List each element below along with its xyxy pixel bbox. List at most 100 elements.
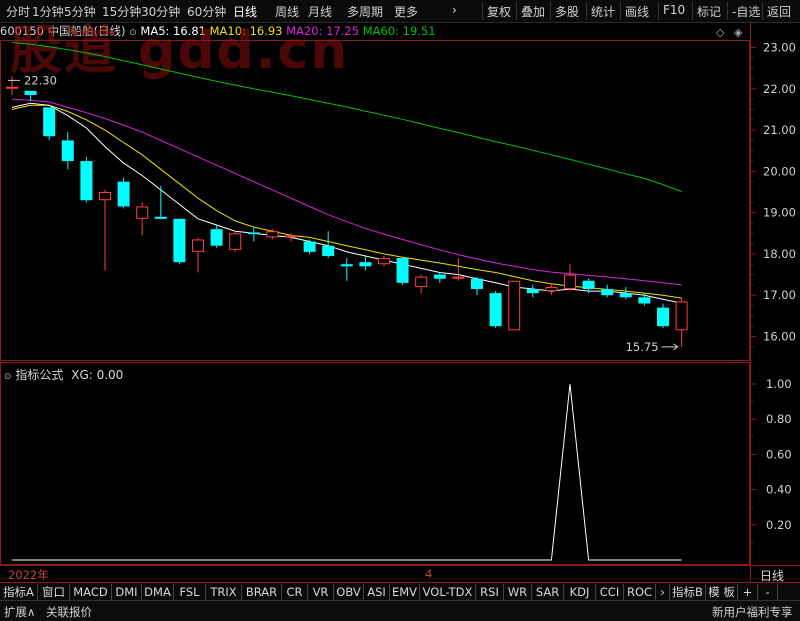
candle-body	[638, 297, 651, 304]
candle	[229, 231, 242, 252]
candle-body	[6, 86, 18, 89]
indicator-tab-5[interactable]: FSL	[174, 584, 206, 600]
indicator-tab-4[interactable]: DMA	[142, 584, 174, 600]
candle-body	[433, 274, 446, 279]
indicator-tab-2[interactable]: MACD	[70, 584, 112, 600]
indicator-tab-15[interactable]: WR	[504, 584, 532, 600]
candle	[452, 258, 465, 281]
indicator-tab-1[interactable]: 窗口	[38, 584, 70, 600]
indicator-tab-14[interactable]: RSI	[476, 584, 504, 600]
related-quotes-button[interactable]: 关联报价	[46, 604, 92, 620]
candle-body	[192, 239, 204, 252]
candle	[154, 185, 167, 219]
candle	[471, 276, 483, 296]
y-tick-label: 19.00	[763, 206, 796, 220]
indicator-tab-9[interactable]: VR	[308, 584, 334, 600]
indicator-tab-22[interactable]: 模 板	[706, 584, 738, 600]
candle	[619, 286, 632, 300]
high-price-label: 22.30	[24, 73, 57, 87]
indicator-tab-19[interactable]: ROC	[624, 584, 656, 600]
candle	[564, 264, 576, 292]
indicator-tab-7[interactable]: BRAR	[242, 584, 282, 600]
ma60-polyline	[11, 42, 682, 193]
candle	[601, 284, 614, 298]
expand-button[interactable]: 扩展∧	[4, 604, 35, 620]
candle-body	[80, 161, 93, 201]
candle-body	[619, 293, 632, 298]
candle	[303, 239, 316, 254]
candle-body	[545, 286, 558, 292]
candle-body	[452, 276, 465, 279]
candle	[80, 156, 93, 203]
candle-body	[117, 181, 130, 207]
indicator-tab-24[interactable]: -	[758, 584, 778, 600]
indicator-tab-8[interactable]: CR	[282, 584, 308, 600]
candle	[6, 76, 18, 95]
indicator-tab-12[interactable]: EMV	[390, 584, 420, 600]
indicator-tab-20[interactable]: ›	[656, 584, 670, 600]
chevron-down-icon[interactable]: ⊙	[4, 372, 12, 382]
ma20-line	[11, 98, 682, 286]
x-axis-start-label: 2022年	[8, 568, 49, 582]
candle	[396, 258, 409, 285]
candle-body	[582, 280, 595, 290]
candle	[359, 255, 372, 271]
candle	[489, 291, 502, 329]
candlestick-chart[interactable]: 23.00 22.00 21.00 20.00 19.00 18.00 17.00 16.00…	[0, 0, 800, 620]
indicator-tab-23[interactable]: +	[738, 584, 758, 600]
indicator-tab-10[interactable]: OBV	[334, 584, 364, 600]
candle-body	[136, 206, 149, 219]
indicator-tab-11[interactable]: ASI	[364, 584, 390, 600]
candle-body	[396, 258, 409, 283]
candle-body	[229, 233, 242, 250]
y-tick-label: 23.00	[763, 41, 796, 55]
candle-body	[508, 280, 521, 331]
candle	[192, 237, 204, 273]
candle	[415, 274, 428, 294]
indicator-tab-18[interactable]: CCI	[596, 584, 624, 600]
indicator-value: XG: 0.00	[71, 368, 124, 382]
candle-body	[173, 218, 186, 263]
candle-body	[247, 232, 260, 235]
candle-body	[359, 262, 372, 267]
status-bar: 扩展∧ 关联报价 新用户福利专享	[0, 600, 800, 621]
candle-body	[526, 289, 539, 294]
indicator-tab-0[interactable]: 指标A	[0, 584, 38, 600]
y-tick-label: 20.00	[763, 164, 796, 178]
indicator-y-label: 0.40	[766, 483, 792, 497]
candle	[433, 272, 446, 283]
y-tick-label: 17.00	[763, 288, 796, 302]
candle-body	[266, 231, 279, 238]
candle-body	[378, 258, 390, 265]
x-axis-month-label: 4	[425, 567, 433, 581]
indicator-tab-13[interactable]: VOL-TDX	[420, 584, 476, 600]
candle-body	[24, 90, 37, 95]
y-tick-label: 22.00	[763, 82, 796, 96]
indicator-tab-6[interactable]: TRIX	[206, 584, 242, 600]
indicator-chart-frame	[0, 362, 750, 565]
indicator-tab-17[interactable]: KDJ	[564, 584, 596, 600]
candle	[117, 177, 130, 209]
indicator-y-label: 0.60	[766, 447, 792, 461]
ma60-line	[11, 42, 682, 193]
candle	[508, 280, 521, 331]
y-tick-label: 16.00	[763, 330, 796, 344]
candle-body	[285, 235, 297, 238]
candle-body	[154, 216, 167, 219]
candle	[378, 255, 390, 267]
low-price-label: 15.75	[626, 340, 659, 354]
indicator-title: 指标公式	[15, 368, 64, 382]
candle-body	[99, 192, 111, 201]
indicator-y-label: 1.00	[766, 377, 792, 391]
candle	[340, 258, 353, 281]
indicator-y-label: 0.20	[766, 518, 792, 532]
indicator-tab-3[interactable]: DMI	[112, 584, 142, 600]
indicator-tab-21[interactable]: 指标B	[670, 584, 706, 600]
candle-body	[415, 276, 428, 287]
candle	[136, 202, 149, 236]
indicator-header: ⊙ 指标公式 XG: 0.00	[4, 366, 123, 383]
y-tick-label: 18.00	[763, 247, 796, 261]
new-user-benefit-link[interactable]: 新用户福利专享	[712, 604, 793, 620]
indicator-tab-16[interactable]: SAR	[532, 584, 564, 600]
candle	[173, 218, 186, 265]
